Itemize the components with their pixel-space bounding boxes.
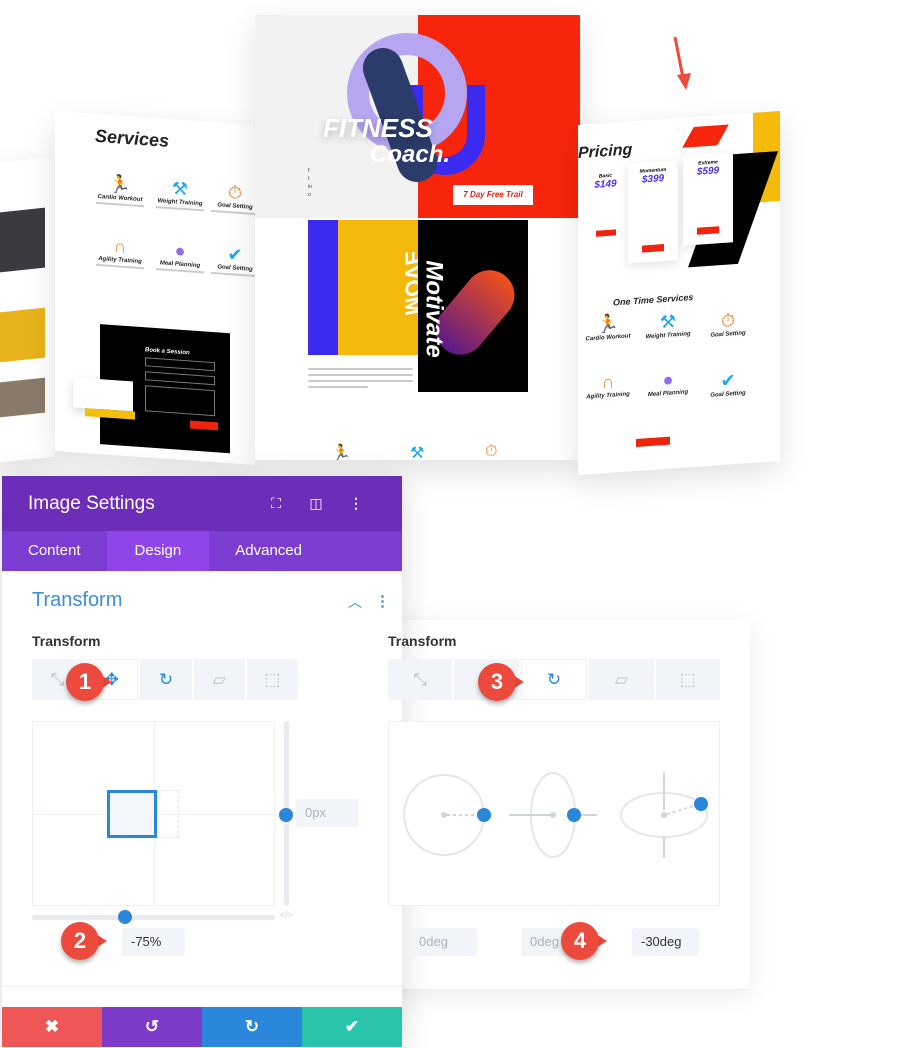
step-badge-1: 1 — [66, 663, 112, 701]
rotate-y-dial[interactable] — [620, 772, 708, 858]
panel-title: Image Settings — [28, 492, 155, 514]
rotate-x-dial[interactable] — [509, 772, 597, 858]
scale-icon: ⤡ — [50, 669, 65, 689]
rotate-icon: ↻ — [546, 669, 562, 689]
service-item: ⏱ Goal Setting — [205, 179, 255, 217]
tab-advanced[interactable]: Advanced — [209, 531, 328, 571]
pricing-page: Pricing Basic $149 Momentum $399 Extreme $5… — [578, 110, 780, 476]
pricing-plan: Momentum $399 — [628, 160, 678, 264]
scale-icon: ⤡ — [413, 669, 427, 689]
redo-button[interactable]: ↻ — [202, 1007, 302, 1047]
services-page: Services 🏃 Cardio Workout ⚒ Weight Trainin… — [55, 111, 255, 465]
rotate-tool-button[interactable]: ↻ — [140, 659, 192, 700]
undo-button[interactable]: ↺ — [102, 1007, 202, 1047]
service-item: ✔ Goal Setting — [205, 241, 255, 279]
stopwatch-icon: ⏱ — [485, 443, 498, 460]
rotate-dials — [388, 721, 720, 906]
translate-x-input[interactable]: -75% — [122, 928, 185, 956]
origin-tool-button[interactable]: ⬚ — [246, 659, 299, 700]
fullscreen-icon[interactable]: ⛶ — [256, 495, 296, 512]
dumbbell-icon: ⚒ — [410, 445, 425, 460]
skew-tool-button[interactable]: ▱ — [193, 659, 245, 700]
arrow-indicator-icon — [673, 36, 691, 90]
rotate-dials-graphic — [403, 772, 708, 858]
tab-content[interactable]: Content — [2, 531, 107, 571]
tab-design[interactable]: Design — [106, 531, 210, 571]
transform-label: Transform — [388, 633, 457, 649]
panel-footer: ✖ ↺ ↻ ✔ — [2, 1007, 402, 1047]
pricing-plan: Extreme $599 — [683, 152, 733, 246]
step-badge-4: 4 — [561, 922, 607, 960]
scale-tool-button[interactable]: ⤡ — [388, 659, 453, 700]
panel-header: Image Settings ⛶ ◫ ⋮ — [2, 476, 402, 531]
split-view-icon[interactable]: ◫ — [296, 495, 336, 512]
step-badge-3: 3 — [478, 663, 524, 701]
service-item: 🏃 Cardio Workout — [90, 171, 150, 209]
more-vertical-icon[interactable]: ⋮ — [336, 495, 376, 512]
y-slider-handle[interactable] — [279, 808, 293, 822]
transform-label: Transform — [32, 633, 101, 649]
hero-page: FITNESS Coach. f t in o 7 Day Free Trail MO… — [255, 15, 580, 460]
x-slider-handle[interactable] — [118, 910, 132, 924]
service-item: ⚒ Weight Training — [150, 176, 210, 214]
partial-left-page — [0, 156, 55, 464]
services-title: Services — [95, 125, 170, 151]
cancel-button[interactable]: ✖ — [2, 1007, 102, 1047]
rotate-tool-button[interactable]: ↻ — [520, 659, 588, 700]
free-trial-button: 7 Day Free Trail — [453, 185, 533, 205]
skew-tool-button[interactable]: ▱ — [589, 659, 654, 700]
service-item: ● Meal Planning — [150, 238, 210, 276]
slider-track-x[interactable] — [32, 915, 275, 920]
collapse-chevron-icon[interactable]: ︿ — [348, 592, 362, 612]
rotate-y-input[interactable]: -30deg — [632, 928, 699, 956]
running-icon: 🏃 — [331, 445, 351, 460]
transform-tool-group: ⤡ ✥ ↻ ▱ ⬚ — [388, 659, 721, 700]
section-menu-icon[interactable]: ⋮ — [375, 592, 390, 610]
pricing-plan: Basic $149 — [583, 172, 628, 245]
origin-tool-button[interactable]: ⬚ — [655, 659, 721, 700]
origin-icon: ⬚ — [264, 669, 281, 689]
section-title-transform[interactable]: Transform — [32, 589, 122, 612]
rotate-z-dial[interactable] — [403, 774, 491, 856]
service-item: ∩ Agility Training — [90, 233, 150, 271]
translate-grid[interactable] — [32, 721, 275, 906]
translate-y-input[interactable]: 0px — [296, 799, 359, 827]
save-button[interactable]: ✔ — [302, 1007, 402, 1047]
rotate-z-input[interactable]: 0deg — [410, 928, 477, 956]
panel-tabs: Content Design Advanced — [2, 531, 402, 571]
social-icons: f t in o — [308, 168, 312, 198]
rotate-icon: ↻ — [158, 669, 174, 689]
step-badge-2: 2 — [61, 922, 107, 960]
origin-icon: ⬚ — [679, 669, 696, 689]
skew-icon: ▱ — [614, 669, 628, 689]
code-icon[interactable]: </> — [280, 910, 293, 920]
skew-icon: ▱ — [212, 669, 226, 689]
translate-preview-square — [107, 790, 157, 838]
